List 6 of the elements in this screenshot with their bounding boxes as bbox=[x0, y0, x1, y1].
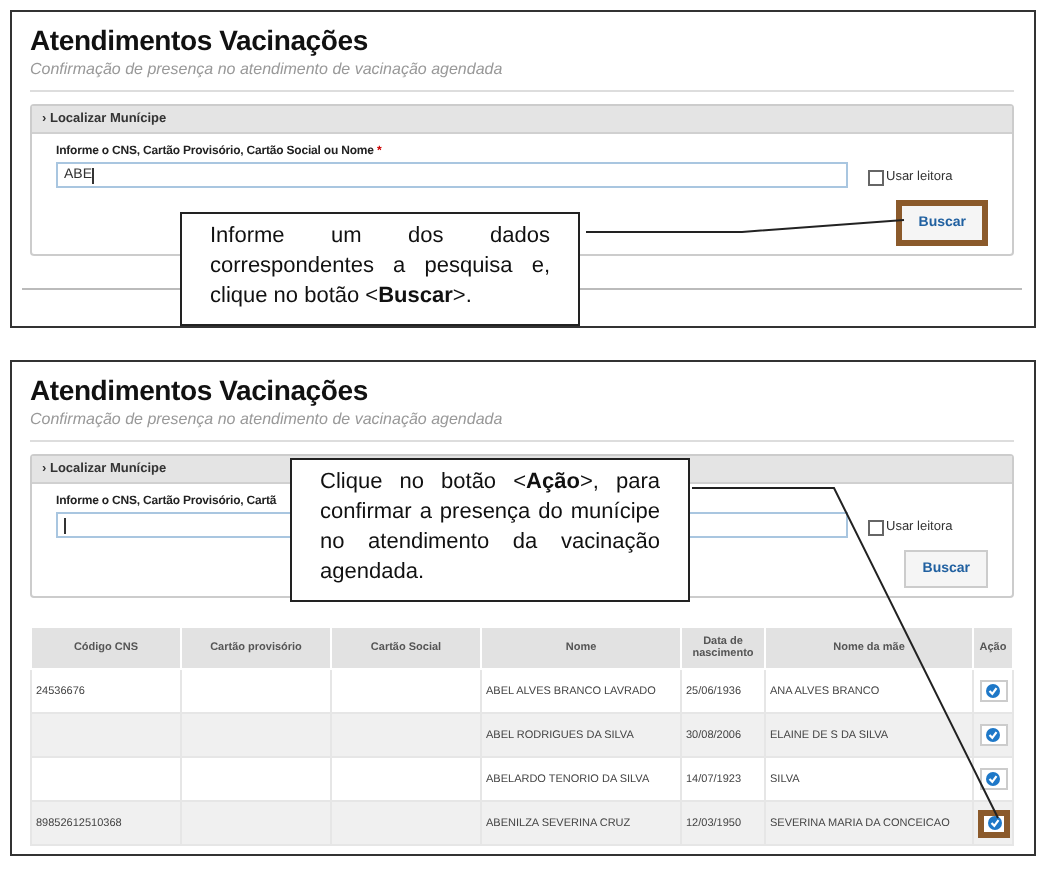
page-subtitle: Confirmação de presença no atendimento de vacinação agendada bbox=[30, 410, 505, 428]
callout-tooltip: Informe um dos dados correspondentes a pesquisa e, clique no botão <Buscar>. bbox=[180, 212, 580, 326]
page-subtitle: Confirmação de presença no atendimento de vacinação agendada bbox=[30, 60, 505, 78]
callout-tooltip: Clique no botão <Ação>, para confirmar a presença do munícipe no atendimento da vacinação agendada. bbox=[290, 458, 690, 602]
page-title: Atendimentos Vacinações bbox=[30, 24, 370, 56]
page-title: Atendimentos Vacinações bbox=[30, 374, 370, 406]
